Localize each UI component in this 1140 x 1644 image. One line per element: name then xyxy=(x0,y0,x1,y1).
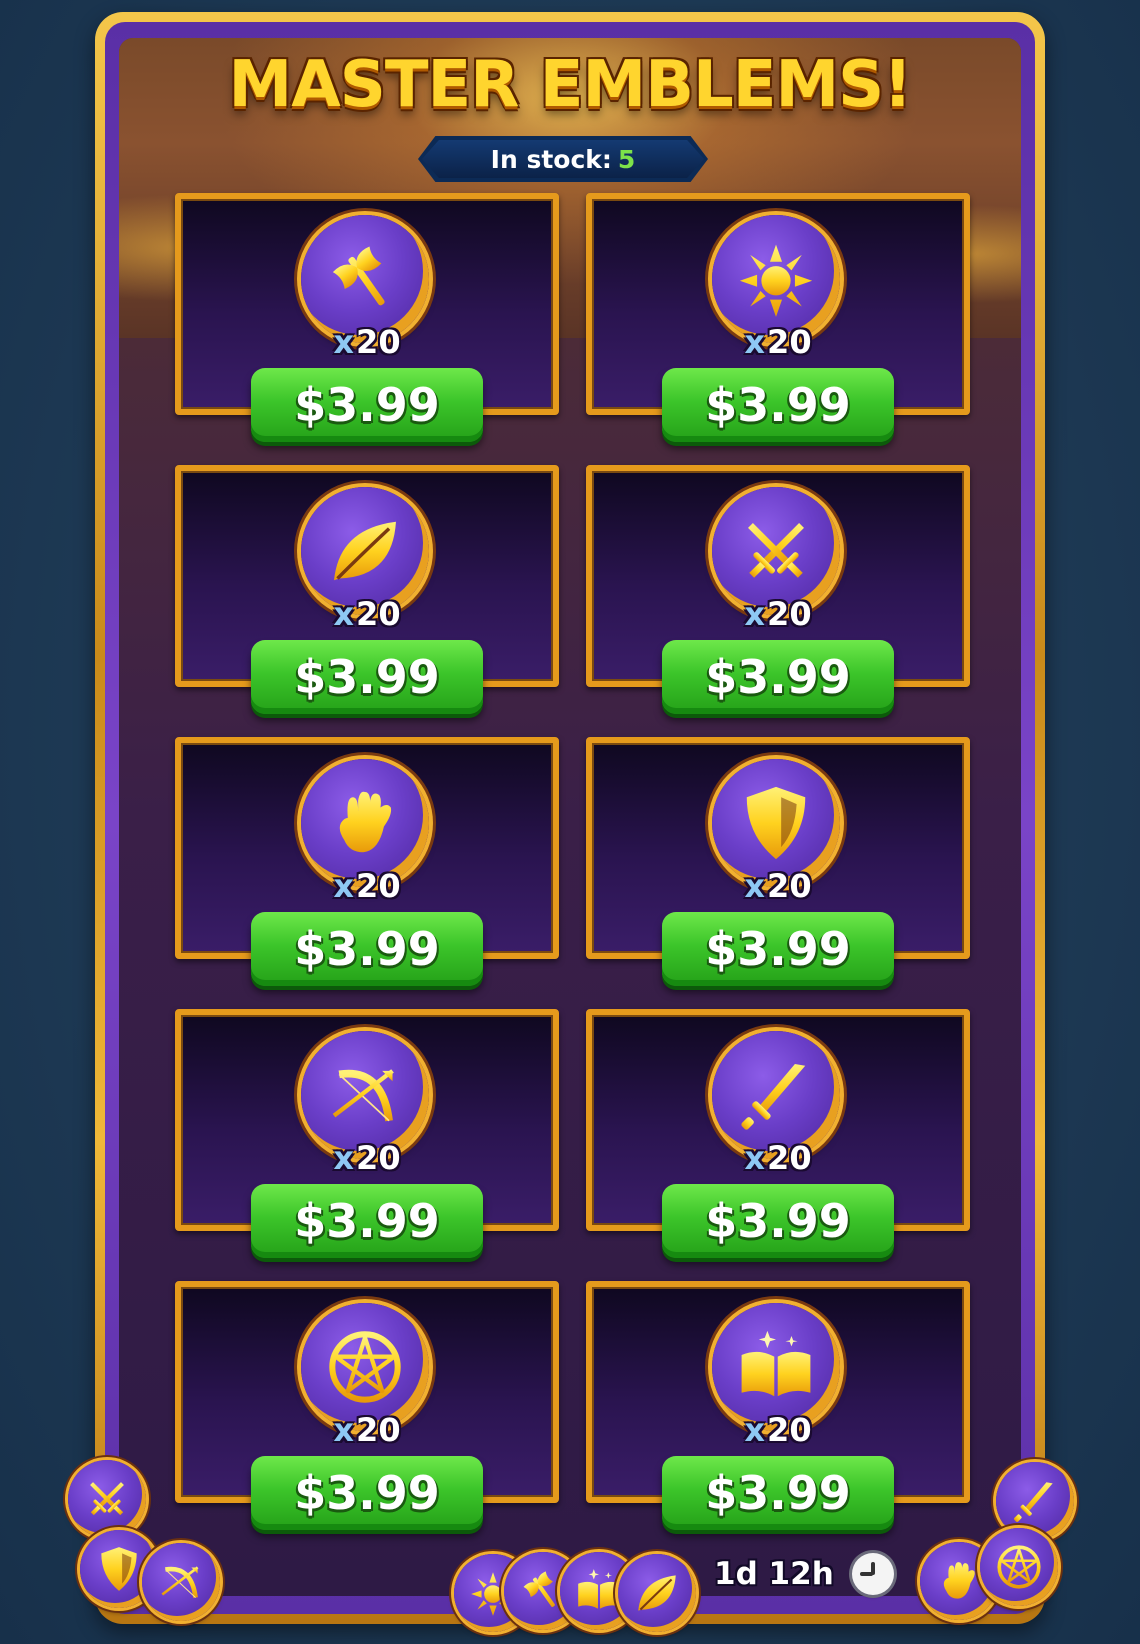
stock-label: In stock: xyxy=(490,144,612,174)
buy-button[interactable]: $3.99 xyxy=(251,1184,483,1258)
buy-button[interactable]: $3.99 xyxy=(662,640,894,714)
offer-card: x20 $3.99 xyxy=(175,1009,559,1258)
stock-banner: In stock: 5 xyxy=(418,136,708,182)
buy-button[interactable]: $3.99 xyxy=(662,1456,894,1530)
timer-text: 1d 12h xyxy=(714,1556,834,1592)
offer-timer: 1d 12h xyxy=(714,1550,894,1598)
offer-quantity: x20 xyxy=(333,323,401,361)
offer-card: x20 $3.99 xyxy=(586,193,970,442)
buy-button[interactable]: $3.99 xyxy=(662,912,894,986)
offer-card: x20 $3.99 xyxy=(586,737,970,986)
offer-quantity: x20 xyxy=(744,595,812,633)
stock-count: 5 xyxy=(617,144,636,174)
offer-quantity: x20 xyxy=(744,1139,812,1177)
buy-button[interactable]: $3.99 xyxy=(251,1456,483,1530)
buy-button[interactable]: $3.99 xyxy=(662,368,894,442)
dagger-icon xyxy=(996,1462,1074,1540)
offer-card: x20 $3.99 xyxy=(175,737,559,986)
buy-button[interactable]: $3.99 xyxy=(662,1184,894,1258)
buy-button[interactable]: $3.99 xyxy=(251,368,483,442)
offer-quantity: x20 xyxy=(744,867,812,905)
buy-button[interactable]: $3.99 xyxy=(251,640,483,714)
pentagram-icon xyxy=(980,1528,1058,1606)
offer-card: x20 $3.99 xyxy=(175,1281,559,1530)
crossed-swords-icon xyxy=(68,1460,146,1538)
offer-quantity: x20 xyxy=(333,1411,401,1449)
bow-icon xyxy=(142,1543,220,1621)
offer-card: x20 $3.99 xyxy=(586,465,970,714)
offer-card: x20 $3.99 xyxy=(586,1009,970,1258)
offer-card: x20 $3.99 xyxy=(175,465,559,714)
offer-card: x20 $3.99 xyxy=(175,193,559,442)
buy-button[interactable]: $3.99 xyxy=(251,912,483,986)
offer-card: x20 $3.99 xyxy=(586,1281,970,1530)
offer-quantity: x20 xyxy=(333,1139,401,1177)
clock-icon xyxy=(851,1553,894,1595)
page-title: MASTER EMBLEMS! xyxy=(228,48,913,122)
offer-quantity: x20 xyxy=(744,1411,812,1449)
offer-quantity: x20 xyxy=(333,867,401,905)
offer-quantity: x20 xyxy=(333,595,401,633)
offer-quantity: x20 xyxy=(744,323,812,361)
leaf-icon xyxy=(618,1554,696,1632)
